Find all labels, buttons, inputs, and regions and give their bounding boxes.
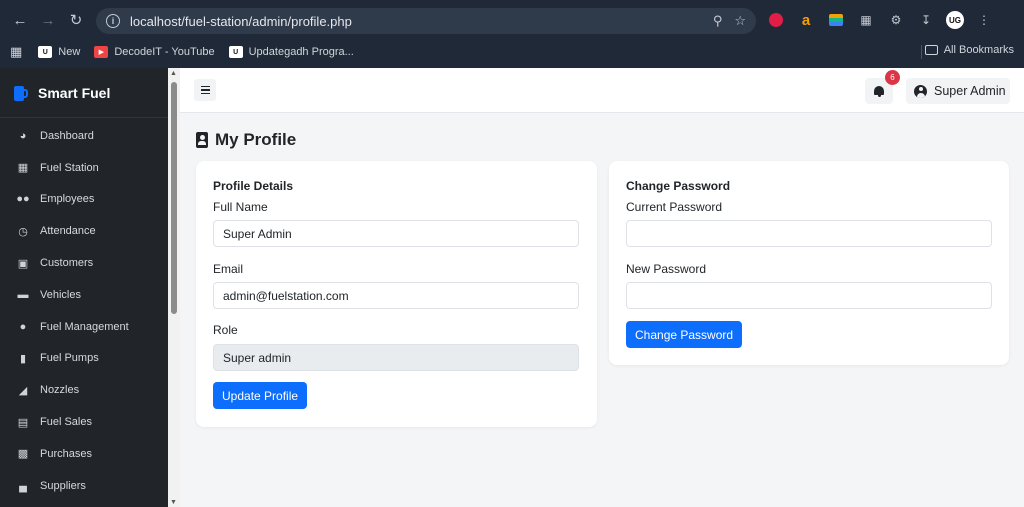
new-password-input[interactable] <box>626 282 992 309</box>
sidebar: Smart Fuel ◕ Dashboard ▦ Fuel Station ●● Em… <box>0 68 168 507</box>
user-circle-icon <box>914 84 927 98</box>
scrollbar-thumb[interactable] <box>171 82 177 314</box>
hamburger-icon <box>200 85 210 88</box>
dashboard-icon: ◕ <box>19 129 27 142</box>
faucet-icon: ◢ <box>18 384 28 397</box>
brand-name: Smart Fuel <box>38 84 111 101</box>
truck-icon: ▬ <box>17 288 29 301</box>
full-name-input[interactable]: Super Admin <box>213 220 579 247</box>
receipt-icon: ▤ <box>17 416 29 429</box>
bookmark-new[interactable]: U New <box>38 46 80 58</box>
uc-icon: U <box>38 46 53 58</box>
industry-icon: ▄ <box>19 479 27 492</box>
extensions-bar: a ▦ ⚙ ↧ UG ⋮ <box>766 10 994 30</box>
change-password-card: Change Password Current Password New Pas… <box>609 161 1009 365</box>
gas-pump-icon: ▮ <box>19 352 27 365</box>
scroll-down-arrow-icon[interactable]: ▼ <box>170 499 177 506</box>
sidebar-item-vehicles[interactable]: ▬ Vehicles <box>0 279 168 311</box>
puzzle-extensions-icon[interactable]: ▦ <box>856 10 876 30</box>
download-icon[interactable]: ↧ <box>916 10 936 30</box>
scroll-up-arrow-icon[interactable]: ▲ <box>170 70 177 77</box>
email-input[interactable]: admin@fuelstation.com <box>213 282 579 309</box>
sidebar-menu: ◕ Dashboard ▦ Fuel Station ●● Employees ◷ At… <box>0 118 168 502</box>
change-password-button[interactable]: Change Password <box>626 321 743 348</box>
user-menu-button[interactable]: Super Admin <box>906 78 1010 104</box>
email-label: Email <box>213 262 244 276</box>
menu-kebab-icon[interactable]: ⋮ <box>974 10 994 30</box>
sidebar-item-suppliers[interactable]: ▄ Suppliers <box>0 470 168 502</box>
change-password-title: Change Password <box>626 179 731 193</box>
sidebar-item-purchases[interactable]: ▩ Purchases <box>0 438 168 470</box>
id-card-icon: ▣ <box>17 257 29 270</box>
apps-grid-icon[interactable]: ▦ <box>10 44 22 60</box>
bell-icon <box>874 85 884 97</box>
sidebar-item-nozzles[interactable]: ◢ Nozzles <box>0 374 168 406</box>
gas-pump-icon <box>14 85 29 101</box>
role-input: Super admin <box>213 344 579 371</box>
reload-icon[interactable]: ↻ <box>64 8 88 32</box>
update-profile-button[interactable]: Update Profile <box>213 382 308 409</box>
forward-arrow-icon[interactable]: → <box>36 8 60 32</box>
bookmark-updategadh[interactable]: U Updategadh Progra... <box>228 46 354 58</box>
amazon-extension-icon[interactable]: a <box>796 10 816 30</box>
sidebar-item-fuel-station[interactable]: ▦ Fuel Station <box>0 152 168 184</box>
sidebar-item-customers[interactable]: ▣ Customers <box>0 247 168 279</box>
building-icon: ▦ <box>17 162 29 175</box>
full-name-label: Full Name <box>213 200 268 214</box>
adblock-extension-icon[interactable] <box>766 10 786 30</box>
zoom-icon[interactable]: ⚲ <box>713 13 723 29</box>
clock-icon: ◷ <box>18 225 28 238</box>
site-info-icon[interactable]: i <box>106 14 120 28</box>
incognito-spy-icon[interactable]: ⚙ <box>886 10 906 30</box>
profile-details-title: Profile Details <box>213 179 294 193</box>
back-arrow-icon[interactable]: ← <box>8 8 32 32</box>
sidebar-item-attendance[interactable]: ◷ Attendance <box>0 215 168 247</box>
profile-avatar[interactable]: UG <box>946 11 964 29</box>
profile-details-card: Profile Details Full Name Super Admin Em… <box>196 161 597 427</box>
folder-icon <box>924 45 938 55</box>
youtube-icon: ▶ <box>94 46 109 58</box>
all-bookmarks[interactable]: All Bookmarks <box>924 44 1014 56</box>
current-password-label: Current Password <box>626 200 723 214</box>
sidebar-item-dashboard[interactable]: ◕ Dashboard <box>0 120 168 152</box>
truck-loading-icon: ▩ <box>17 448 29 461</box>
browser-chrome: ← → ↻ i localhost/fuel-station/admin/pro… <box>0 0 1024 68</box>
bookmarks-bar: ▦ U New ▶ DecodeIT - YouTube U Updategad… <box>0 40 1024 64</box>
users-icon: ●● <box>16 193 30 206</box>
sidebar-item-fuel-management[interactable]: ● Fuel Management <box>0 311 168 343</box>
sidebar-item-fuel-pumps[interactable]: ▮ Fuel Pumps <box>0 343 168 375</box>
sidebar-toggle-button[interactable] <box>194 79 216 101</box>
sidebar-item-fuel-sales[interactable]: ▤ Fuel Sales <box>0 406 168 438</box>
color-picker-extension-icon[interactable] <box>826 10 846 30</box>
user-name: Super Admin <box>934 84 1006 98</box>
address-url[interactable]: localhost/fuel-station/admin/profile.php <box>130 14 701 29</box>
bookmark-star-icon[interactable]: ☆ <box>734 13 746 29</box>
page-scrollbar[interactable]: ▲ ▼ <box>168 68 180 507</box>
address-bar[interactable]: i localhost/fuel-station/admin/profile.p… <box>96 8 756 34</box>
uc-icon: U <box>228 46 243 58</box>
sidebar-item-employees[interactable]: ●● Employees <box>0 184 168 216</box>
brand[interactable]: Smart Fuel <box>0 68 168 118</box>
page-title: My Profile <box>196 128 296 152</box>
id-badge-icon <box>196 132 208 148</box>
role-label: Role <box>213 323 238 337</box>
current-password-input[interactable] <box>626 220 992 247</box>
bookmarks-divider <box>921 45 922 59</box>
bookmark-decodeit-youtube[interactable]: ▶ DecodeIT - YouTube <box>94 46 215 58</box>
droplet-icon: ● <box>19 320 27 333</box>
notification-count-badge: 6 <box>885 70 900 85</box>
new-password-label: New Password <box>626 262 707 276</box>
topbar: 6 Super Admin <box>180 68 1024 113</box>
